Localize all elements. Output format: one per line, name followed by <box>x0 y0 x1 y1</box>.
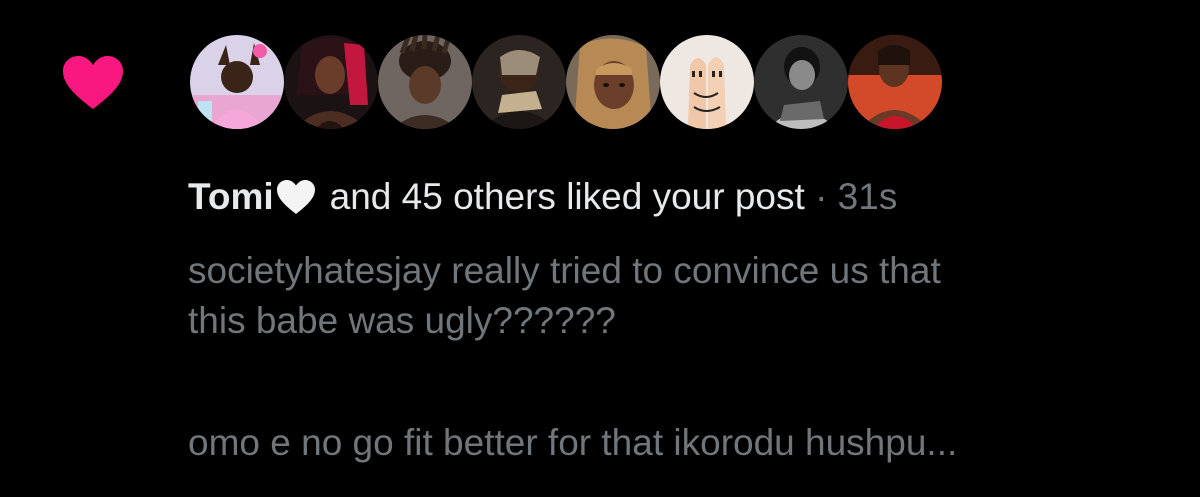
avatar[interactable] <box>190 35 284 129</box>
preview-line: omo e no go fit better for that ikorodu … <box>188 422 958 463</box>
action-text: and 45 others liked your post <box>329 176 805 217</box>
separator-dot: · <box>815 176 828 217</box>
preview-line: societyhatesjay really tried to convince… <box>188 250 941 291</box>
avatar[interactable] <box>754 35 848 129</box>
avatar[interactable] <box>472 35 566 129</box>
notification-headline: Tomi and 45 others liked your post · 31s <box>188 173 897 221</box>
paragraph-break <box>188 346 1178 418</box>
avatar[interactable] <box>848 35 942 129</box>
user-name[interactable]: Tomi <box>188 176 274 217</box>
avatar[interactable] <box>660 35 754 129</box>
post-preview[interactable]: societyhatesjay really tried to convince… <box>188 246 1178 468</box>
preview-line: this babe was ugly?????? <box>188 300 616 341</box>
avatar[interactable] <box>566 35 660 129</box>
white-heart-icon <box>276 180 315 214</box>
avatar[interactable] <box>378 35 472 129</box>
heart-icon <box>63 56 123 109</box>
like-notification[interactable]: Tomi and 45 others liked your post · 31s … <box>0 0 1200 497</box>
avatar[interactable] <box>284 35 378 129</box>
timestamp: 31s <box>837 176 898 217</box>
